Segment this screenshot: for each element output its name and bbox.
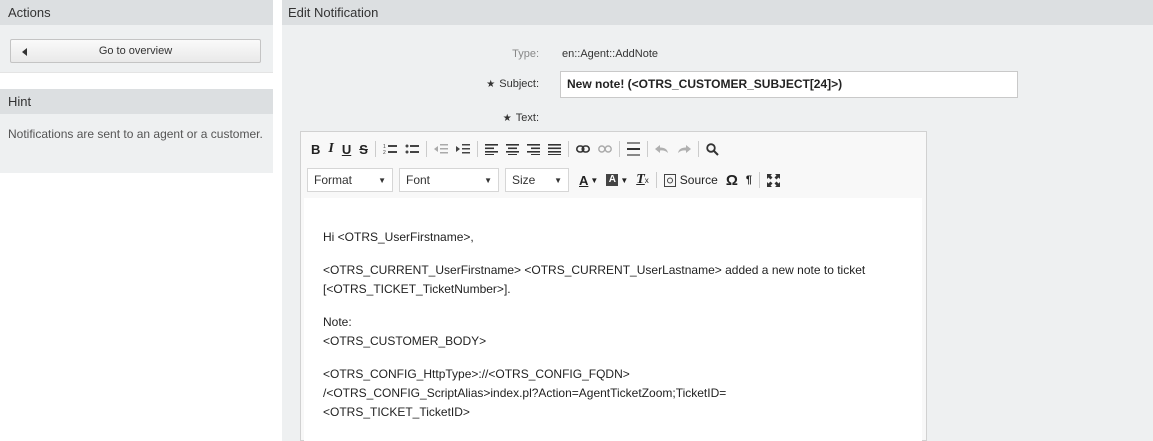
chevron-down-icon: ▼ (484, 175, 492, 185)
body-line: [<OTRS_TICKET_TicketNumber>]. (323, 282, 511, 296)
toolbar-separator (476, 141, 478, 157)
hint-title: Hint (0, 89, 273, 114)
align-justify-icon[interactable] (544, 138, 565, 160)
editor-content[interactable]: Hi <OTRS_UserFirstname>, <OTRS_CURRENT_U… (304, 198, 922, 441)
toolbar-row-2: Format ▼ Font ▼ Size ▼ A ▼ A ▼ Tx Source… (301, 165, 926, 195)
size-dropdown[interactable]: Size ▼ (505, 168, 569, 192)
remove-format-icon[interactable]: Tx (632, 169, 653, 191)
redo-icon[interactable] (673, 138, 695, 160)
body-paragraph: <OTRS_CURRENT_UserFirstname> <OTRS_CURRE… (323, 261, 922, 299)
hint-box: Hint Notifications are sent to an agent … (0, 89, 273, 173)
horizontal-line-icon[interactable] (623, 138, 644, 160)
toolbar-separator (374, 141, 376, 157)
background-color-button[interactable]: A ▼ (602, 169, 632, 191)
subject-label: ★ Subject: (486, 78, 539, 90)
go-to-overview-button[interactable]: Go to overview (10, 39, 261, 63)
special-character-icon[interactable]: Ω (722, 169, 742, 191)
type-value: en::Agent::AddNote (562, 48, 659, 60)
source-icon (663, 173, 676, 187)
align-center-icon[interactable] (502, 138, 523, 160)
outdent-icon[interactable] (430, 138, 452, 160)
page-title: Edit Notification (282, 0, 1153, 25)
toolbar-separator (425, 141, 427, 157)
sidebar: Actions Go to overview Hint Notification… (0, 0, 273, 173)
text-direction-icon[interactable]: ¶ (742, 169, 756, 191)
source-label: Source (679, 173, 718, 187)
body-line: Hi <OTRS_UserFirstname>, (323, 230, 474, 244)
edit-notification-panel: Edit Notification Type: en::Agent::AddNo… (282, 0, 1153, 441)
type-label: Type: (512, 48, 539, 60)
remove-format-glyph: T (636, 172, 645, 187)
body-paragraph: <OTRS_CONFIG_HttpType>://<OTRS_CONFIG_FQ… (323, 365, 922, 422)
align-right-icon[interactable] (523, 138, 544, 160)
toolbar-separator (567, 141, 569, 157)
chevron-down-icon: ▼ (378, 175, 386, 185)
hint-text: Notifications are sent to an agent or a … (8, 127, 263, 141)
go-to-overview-label: Go to overview (98, 45, 173, 57)
size-label: Size (512, 173, 536, 187)
format-label: Format (314, 173, 353, 187)
maximize-icon[interactable] (763, 169, 784, 191)
subject-label-cell: ★ Subject: (282, 78, 539, 98)
background-color-icon: A (606, 174, 619, 186)
indent-icon[interactable] (452, 138, 474, 160)
format-dropdown[interactable]: Format ▼ (307, 168, 393, 192)
font-dropdown[interactable]: Font ▼ (399, 168, 499, 192)
text-color-icon: A (579, 172, 589, 188)
numbered-list-icon[interactable]: 12 (379, 138, 401, 160)
actions-title: Actions (0, 0, 273, 25)
chevron-down-icon: ▼ (590, 175, 599, 185)
undo-icon[interactable] (651, 138, 673, 160)
italic-button[interactable]: I (324, 138, 337, 160)
text-label-text: Text: (515, 112, 539, 124)
svg-text:2: 2 (383, 150, 386, 155)
chevron-down-icon: ▼ (554, 175, 562, 185)
chevron-down-icon: ▼ (620, 175, 629, 185)
body-line: <OTRS_CONFIG_HttpType>://<OTRS_CONFIG_FQ… (323, 367, 630, 381)
link-icon[interactable] (572, 138, 594, 160)
body-line: <OTRS_CURRENT_UserFirstname> <OTRS_CURRE… (323, 263, 866, 277)
text-label: ★ Text: (503, 112, 539, 124)
body-line: <OTRS_TICKET_TicketID> (323, 405, 470, 419)
body-line: Note: (323, 315, 352, 329)
required-star-icon: ★ (486, 79, 496, 90)
subject-label-text: Subject: (499, 78, 539, 90)
toolbar-separator (758, 172, 760, 188)
find-icon[interactable] (702, 138, 723, 160)
strikethrough-button[interactable]: S (355, 138, 372, 160)
toolbar-separator (646, 141, 648, 157)
subject-input[interactable]: New note! (<OTRS_CUSTOMER_SUBJECT[24]>) (560, 71, 1018, 98)
source-button[interactable]: Source (660, 169, 722, 191)
bold-button[interactable]: B (307, 138, 324, 160)
text-label-cell: ★ Text: (282, 112, 539, 132)
text-color-button[interactable]: A ▼ (575, 169, 602, 191)
body-line: /<OTRS_CONFIG_ScriptAlias>index.pl?Actio… (323, 386, 727, 400)
unlink-icon[interactable] (594, 138, 616, 160)
remove-format-x: x (644, 175, 649, 185)
toolbar-separator (618, 141, 620, 157)
toolbar-separator (655, 172, 657, 188)
body-paragraph: Note: <OTRS_CUSTOMER_BODY> (323, 313, 922, 351)
type-label-cell: Type: (282, 48, 539, 68)
align-left-icon[interactable] (481, 138, 502, 160)
rich-text-editor: B I U S 12 Format ▼ Font ▼ Size ▼ A ▼ A … (300, 131, 927, 441)
body-line: <OTRS_CUSTOMER_BODY> (323, 334, 487, 348)
toolbar-row-1: B I U S 12 (301, 134, 926, 164)
arrow-left-icon (22, 48, 27, 56)
bulleted-list-icon[interactable] (401, 138, 423, 160)
font-label: Font (406, 173, 431, 187)
underline-button[interactable]: U (338, 138, 355, 160)
toolbar-separator (697, 141, 699, 157)
required-star-icon: ★ (502, 113, 512, 124)
